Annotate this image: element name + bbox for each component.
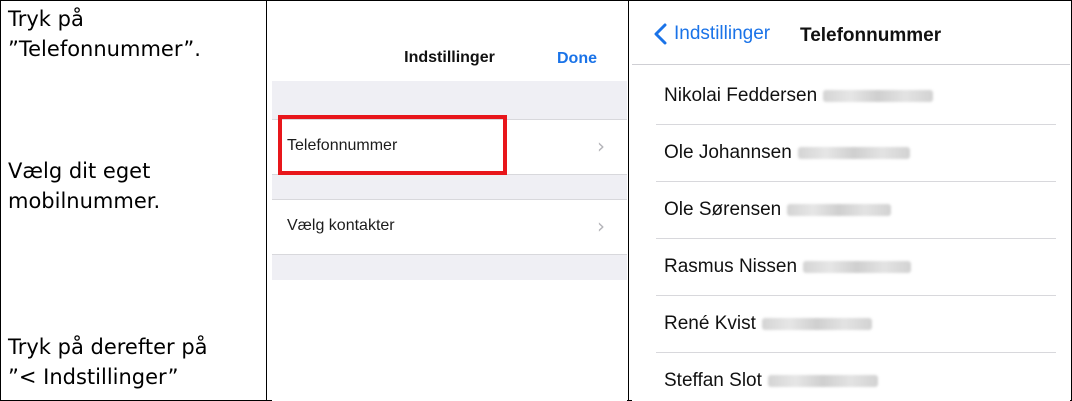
instruction-text: ”< Indstillinger”	[8, 365, 179, 389]
contact-row[interactable]: Nikolai Feddersen	[656, 68, 1056, 125]
contact-row[interactable]: Ole Johannsen	[656, 125, 1056, 182]
instruction-text: ”Telefonnummer”.	[8, 37, 201, 61]
contact-row[interactable]: Ole Sørensen	[656, 182, 1056, 239]
contact-entry: Rasmus Nissen	[664, 256, 912, 278]
section-spacer	[272, 175, 627, 200]
contact-row[interactable]: Rasmus Nissen	[656, 239, 1056, 296]
obscured-number	[823, 90, 934, 102]
settings-screenshot: Indstillinger Done Telefonnummer › Vælg …	[272, 1, 627, 401]
contact-entry: René Kvist	[664, 313, 872, 335]
instruction-text: mobilnummer.	[8, 189, 161, 213]
contact-entry: Ole Sørensen	[664, 199, 892, 221]
chevron-left-icon	[654, 23, 667, 45]
back-button[interactable]: Indstillinger	[652, 23, 770, 45]
contact-entry: Ole Johannsen	[664, 142, 910, 164]
section-spacer	[272, 255, 627, 280]
settings-item-vaelg-kontakter[interactable]: Vælg kontakter ›	[272, 199, 627, 255]
chevron-right-icon: ›	[597, 214, 605, 238]
phone-title: Telefonnummer	[800, 25, 942, 46]
contact-name: Ole Sørensen	[664, 199, 782, 220]
phone-list-screenshot: Indstillinger Telefonnummer Nikolai Fedd…	[632, 1, 1070, 401]
contact-name: Steffan Slot	[664, 370, 762, 391]
contact-row[interactable]: Steffan Slot	[656, 353, 1056, 401]
phone-nav-bar: Indstillinger Telefonnummer	[632, 1, 1070, 65]
contact-name: Ole Johannsen	[664, 142, 792, 163]
contact-name: Rasmus Nissen	[664, 256, 798, 277]
table-divider-2	[628, 0, 629, 401]
contact-entry: Steffan Slot	[664, 370, 878, 392]
chevron-right-icon: ›	[597, 134, 605, 158]
table-divider-1	[266, 0, 267, 401]
instruction-text: Tryk på	[8, 7, 84, 31]
instruction-step-2: Vælg dit eget mobilnummer.	[8, 156, 263, 216]
obscured-number	[767, 375, 878, 387]
instruction-text: Vælg dit eget	[8, 159, 151, 183]
instruction-text: Tryk på derefter på	[8, 335, 208, 359]
settings-item-label: Vælg kontakter	[287, 217, 395, 234]
instruction-step-3: Tryk på derefter på ”< Indstillinger”	[8, 332, 263, 392]
settings-nav-bar: Indstillinger Done	[272, 1, 627, 81]
contact-entry: Nikolai Feddersen	[664, 85, 934, 107]
instructions-column: Tryk på ”Telefonnummer”. Vælg dit eget m…	[0, 0, 266, 401]
contact-row[interactable]: René Kvist	[656, 296, 1056, 353]
contact-name: Nikolai Feddersen	[664, 85, 818, 106]
highlight-box	[278, 115, 507, 175]
obscured-number	[787, 204, 892, 216]
done-button[interactable]: Done	[557, 50, 597, 68]
back-label: Indstillinger	[674, 23, 771, 44]
obscured-number	[797, 147, 910, 159]
contact-name: René Kvist	[664, 313, 756, 334]
instruction-step-1: Tryk på ”Telefonnummer”.	[8, 4, 263, 64]
obscured-number	[803, 261, 912, 273]
obscured-number	[761, 318, 872, 330]
